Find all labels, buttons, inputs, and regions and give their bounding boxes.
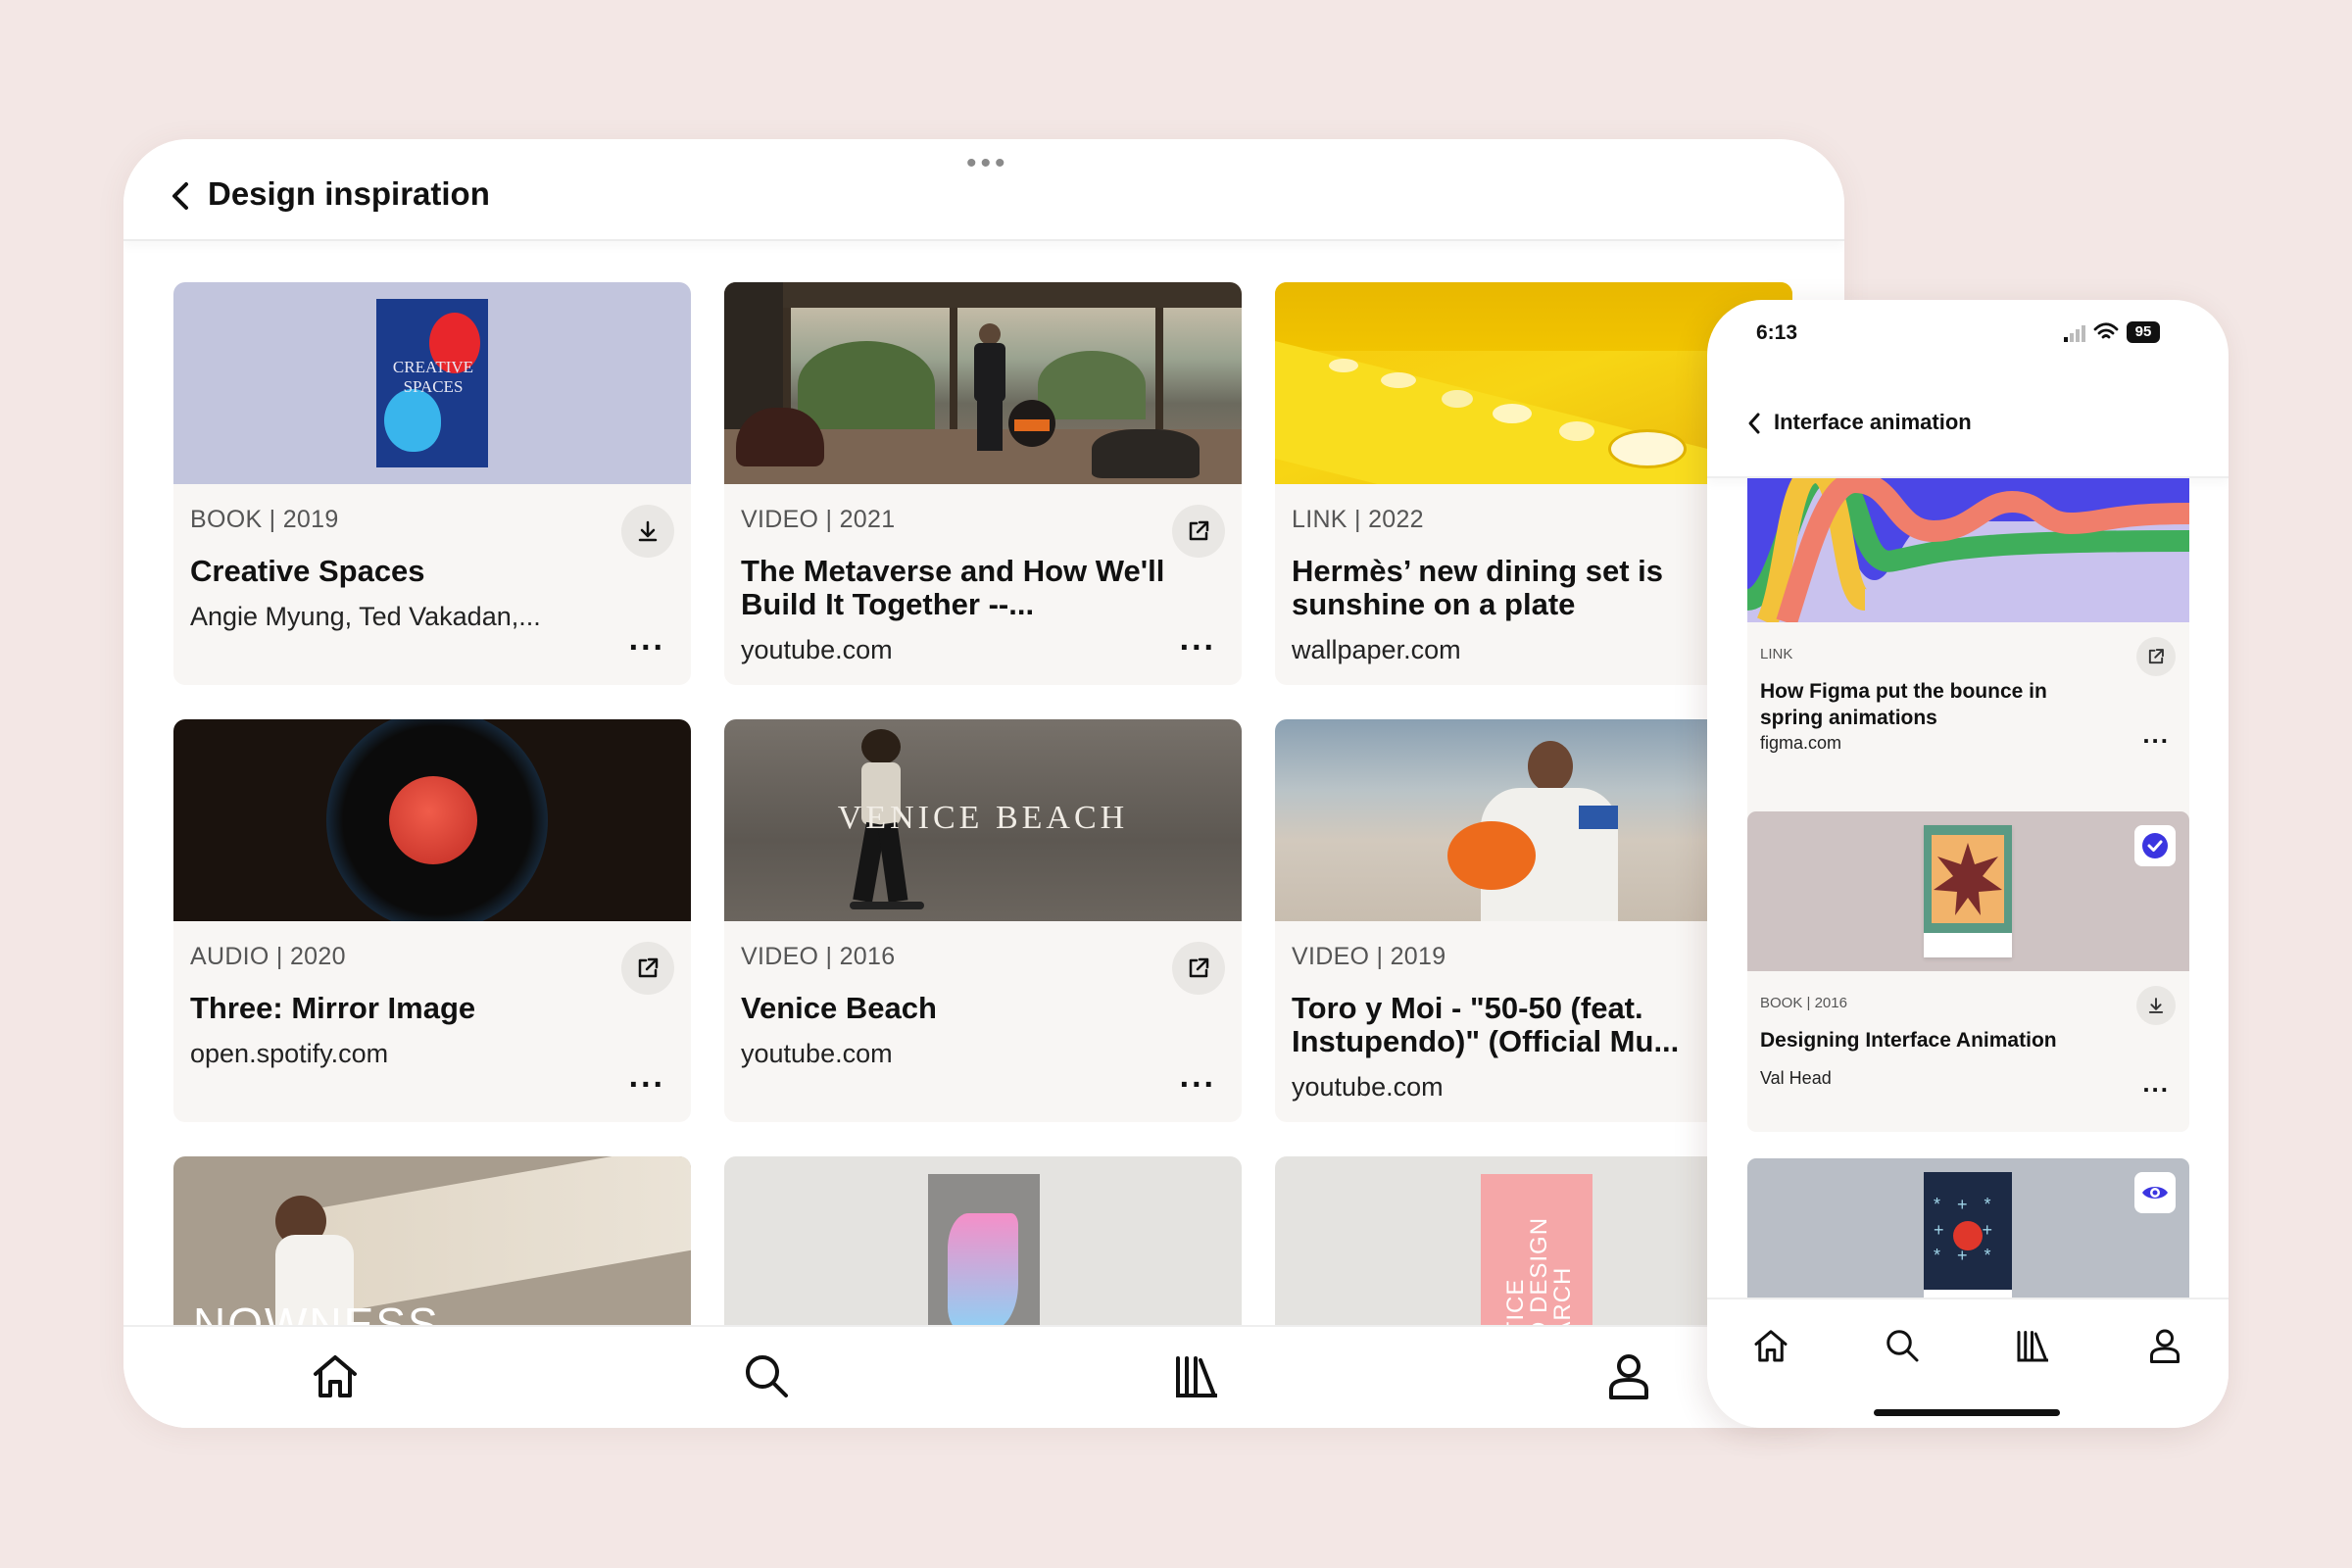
- card-subtitle: youtube.com: [741, 1039, 893, 1068]
- more-options-button[interactable]: ...: [629, 622, 665, 656]
- download-icon: [638, 520, 658, 542]
- card-subtitle: figma.com: [1760, 733, 1842, 753]
- card-meta: LINK: [1760, 646, 1793, 662]
- collection-card[interactable]: CREATIVE SPACES BOOK | 2019 Creative Spa…: [173, 282, 691, 685]
- card-subtitle: Angie Myung, Ted Vakadan,...: [190, 602, 541, 631]
- tablet-bottom-nav: [123, 1325, 1844, 1428]
- battery-indicator: 95: [2127, 321, 2160, 343]
- card-title: Venice Beach: [741, 992, 937, 1025]
- cover-title: CREATIVE SPACES: [392, 358, 474, 396]
- card-subtitle: youtube.com: [741, 635, 893, 664]
- window-grabber[interactable]: •••: [966, 149, 1009, 178]
- home-icon[interactable]: [308, 1348, 363, 1403]
- book-cover: CREATIVE SPACES: [376, 299, 488, 467]
- profile-icon[interactable]: [1601, 1348, 1656, 1403]
- collection-card[interactable]: LINK How Figma put the bounce in spring …: [1747, 478, 2189, 783]
- status-icons: 95: [2062, 321, 2180, 345]
- check-icon: [2142, 833, 2168, 858]
- card-title: Creative Spaces: [190, 555, 425, 588]
- home-icon[interactable]: [1750, 1325, 1791, 1366]
- card-thumbnail: CREATIVE SPACES: [173, 282, 691, 484]
- phone-card-list: LINK How Figma put the bounce in spring …: [1707, 478, 2229, 1298]
- card-title: Toro y Moi - "50-50 (feat. Instupendo)" …: [1292, 992, 1680, 1058]
- open-link-button[interactable]: [621, 942, 674, 995]
- card-thumbnail: [173, 719, 691, 921]
- spring-animation-graphic: [1747, 478, 2189, 622]
- tablet-window: ••• Design inspiration CREATIVE SPACES B…: [123, 139, 1844, 1428]
- card-title: The Metaverse and How We'll Build It Tog…: [741, 555, 1165, 621]
- search-icon[interactable]: [1882, 1325, 1923, 1366]
- card-thumbnail: [724, 282, 1242, 484]
- card-meta: AUDIO | 2020: [190, 943, 346, 970]
- download-button[interactable]: [621, 505, 674, 558]
- page-title: Design inspiration: [208, 175, 490, 212]
- eye-icon: [2142, 1187, 2168, 1199]
- card-meta: BOOK | 2016: [1760, 995, 1847, 1011]
- collection-card[interactable]: VENICE BEACH VIDEO | 2016 Venice Beach y…: [724, 719, 1242, 1122]
- card-title: How Figma put the bounce in spring anima…: [1760, 680, 2047, 729]
- collection-card[interactable]: * + * + + * + *: [1747, 1158, 2189, 1298]
- tablet-header: ••• Design inspiration: [123, 139, 1844, 241]
- card-thumbnail: * + * + + * + *: [1747, 1158, 2189, 1298]
- external-link-icon: [1189, 520, 1209, 541]
- card-subtitle: youtube.com: [1292, 1072, 1444, 1102]
- card-thumbnail: [1747, 478, 2189, 622]
- wifi-icon: [2093, 322, 2119, 339]
- card-title: Hermès’ new dining set is sunshine on a …: [1292, 555, 1664, 621]
- card-thumbnail: VENICE BEACH: [724, 719, 1242, 921]
- collection-grid: CREATIVE SPACES BOOK | 2019 Creative Spa…: [123, 241, 1844, 1428]
- card-thumbnail: [1747, 811, 2189, 971]
- page-title: Interface animation: [1774, 410, 1972, 434]
- status-time: 6:13: [1756, 321, 1798, 344]
- library-icon[interactable]: [2013, 1325, 2054, 1366]
- open-link-button[interactable]: [2136, 637, 2176, 676]
- card-title: Designing Interface Animation: [1760, 1029, 2057, 1052]
- profile-icon[interactable]: [2144, 1325, 2185, 1366]
- external-link-icon: [2148, 649, 2164, 664]
- download-icon: [2148, 998, 2164, 1013]
- selected-badge[interactable]: [2134, 825, 2176, 866]
- collection-card[interactable]: VIDEO | 2021 The Metaverse and How We'll…: [724, 282, 1242, 685]
- home-indicator[interactable]: [1874, 1409, 2060, 1416]
- phone-header: Interface animation: [1707, 388, 2229, 478]
- back-chevron-icon[interactable]: [167, 176, 196, 216]
- more-options-button[interactable]: ...: [2142, 1070, 2170, 1096]
- card-meta: BOOK | 2019: [190, 506, 339, 533]
- phone-bottom-nav: [1707, 1298, 2229, 1428]
- card-meta: VIDEO | 2016: [741, 943, 896, 970]
- card-subtitle: Val Head: [1760, 1068, 1832, 1088]
- card-meta: VIDEO | 2021: [741, 506, 896, 533]
- back-chevron-icon[interactable]: [1744, 410, 1764, 437]
- open-link-button[interactable]: [1172, 942, 1225, 995]
- viewed-badge[interactable]: [2134, 1172, 2176, 1213]
- external-link-icon: [1189, 957, 1209, 978]
- more-options-button[interactable]: ...: [2142, 721, 2170, 747]
- collection-card[interactable]: BOOK | 2016 Designing Interface Animatio…: [1747, 811, 2189, 1132]
- card-meta: LINK | 2022: [1292, 506, 1424, 533]
- card-title: Three: Mirror Image: [190, 992, 476, 1025]
- card-subtitle: open.spotify.com: [190, 1039, 389, 1068]
- more-options-button[interactable]: ...: [1180, 1059, 1216, 1093]
- library-icon[interactable]: [1170, 1348, 1225, 1403]
- more-options-button[interactable]: ...: [1180, 622, 1216, 656]
- open-link-button[interactable]: [1172, 505, 1225, 558]
- cellular-signal-icon: [2064, 325, 2085, 342]
- collection-card[interactable]: AUDIO | 2020 Three: Mirror Image open.sp…: [173, 719, 691, 1122]
- card-subtitle: wallpaper.com: [1292, 635, 1461, 664]
- card-meta: VIDEO | 2019: [1292, 943, 1446, 970]
- external-link-icon: [638, 957, 659, 978]
- search-icon[interactable]: [739, 1348, 794, 1403]
- download-button[interactable]: [2136, 986, 2176, 1025]
- more-options-button[interactable]: ...: [629, 1059, 665, 1093]
- thumbnail-overlay-text: VENICE BEACH: [837, 800, 1129, 836]
